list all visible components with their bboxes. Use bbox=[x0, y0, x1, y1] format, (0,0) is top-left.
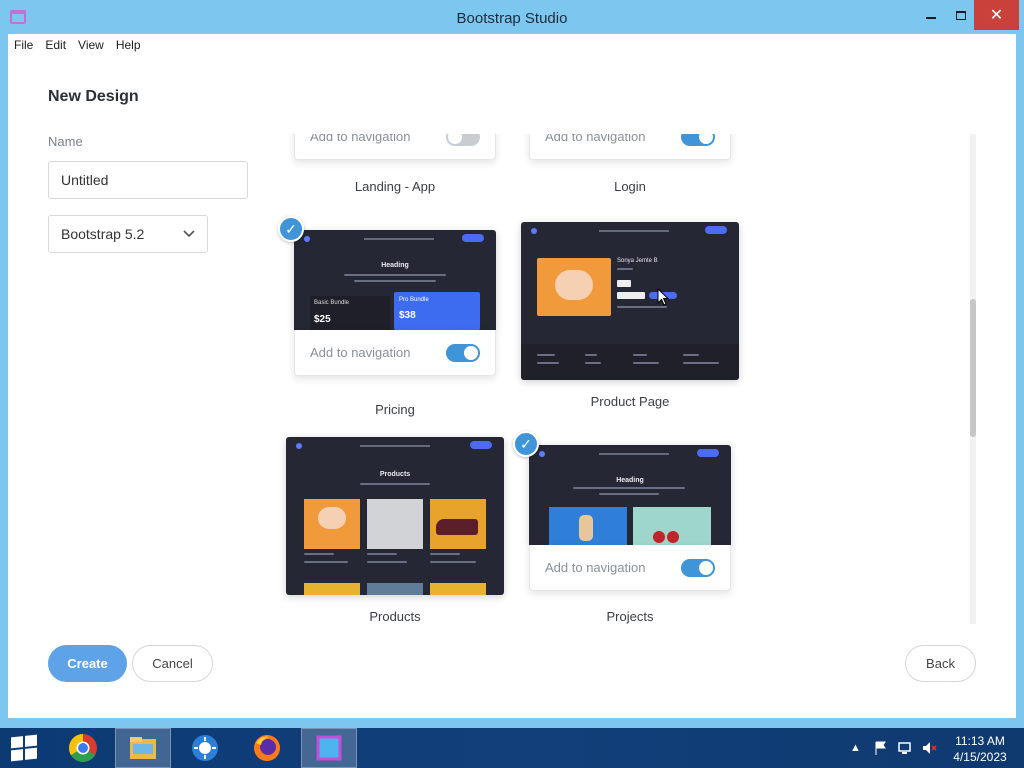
nav-panel: Add to navigation bbox=[529, 545, 731, 591]
taskbar: ▲ 11:13 AM 4/15/2023 bbox=[0, 728, 1024, 768]
template-gallery[interactable]: Add to navigation Landing - App Add to n… bbox=[258, 134, 968, 624]
nav-panel: Add to navigation bbox=[529, 134, 731, 160]
app-window: Bootstrap Studio ✕ File Edit View Help N… bbox=[0, 0, 1024, 728]
template-name: Login bbox=[614, 179, 646, 194]
template-name: Pricing bbox=[375, 402, 415, 417]
add-to-navigation-toggle[interactable] bbox=[446, 343, 480, 362]
template-preview: Heading Basic Bundle $25 Pro Bundle $38 bbox=[294, 230, 496, 330]
taskbar-control-panel[interactable] bbox=[177, 728, 233, 768]
add-to-navigation-label: Add to navigation bbox=[545, 134, 646, 144]
add-to-navigation-toggle[interactable] bbox=[446, 134, 480, 146]
close-button[interactable]: ✕ bbox=[974, 0, 1019, 30]
basic-bundle-card: Basic Bundle $25 bbox=[310, 296, 390, 330]
close-icon: ✕ bbox=[989, 7, 1004, 24]
preview-product-title: Sonya Jemte B bbox=[617, 258, 658, 264]
preview-heading: Products bbox=[379, 471, 411, 478]
template-name: Landing - App bbox=[354, 179, 436, 194]
pro-bundle-card: Pro Bundle $38 bbox=[394, 292, 480, 330]
taskbar-bootstrap-studio[interactable] bbox=[301, 728, 357, 768]
bootstrap-version-select[interactable]: Bootstrap 5.2 bbox=[48, 215, 208, 253]
create-button[interactable]: Create bbox=[48, 645, 127, 682]
firefox-icon bbox=[254, 735, 280, 761]
menu-view[interactable]: View bbox=[72, 34, 110, 56]
name-label: Name bbox=[48, 134, 83, 149]
name-input[interactable] bbox=[48, 161, 248, 199]
nav-panel: Add to navigation bbox=[294, 330, 496, 376]
maximize-button[interactable] bbox=[946, 0, 976, 30]
selected-check-icon[interactable]: ✓ bbox=[513, 431, 539, 457]
chrome-icon bbox=[69, 734, 97, 762]
windows-logo-icon bbox=[11, 734, 37, 762]
add-to-navigation-label: Add to navigation bbox=[545, 560, 646, 575]
maximize-icon bbox=[956, 10, 966, 20]
action-center-flag-icon[interactable] bbox=[873, 740, 889, 756]
template-preview: Heading bbox=[529, 445, 731, 545]
add-to-navigation-toggle[interactable] bbox=[681, 134, 715, 146]
taskbar-chrome[interactable] bbox=[55, 728, 111, 768]
taskbar-clock[interactable]: 11:13 AM 4/15/2023 bbox=[950, 733, 1010, 765]
template-preview: Sonya Jemte B bbox=[521, 222, 739, 380]
nav-panel: Add to navigation bbox=[294, 134, 496, 160]
menu-bar: File Edit View Help bbox=[8, 34, 147, 56]
clock-date: 4/15/2023 bbox=[953, 750, 1007, 764]
bootstrap-version-value: Bootstrap 5.2 bbox=[61, 226, 145, 242]
minimize-icon bbox=[926, 17, 936, 19]
product-image bbox=[537, 258, 611, 316]
system-tray: ▲ bbox=[850, 728, 937, 768]
dialog-client: File Edit View Help New Design Name Boot… bbox=[8, 34, 1016, 718]
start-button[interactable] bbox=[0, 728, 48, 768]
volume-muted-icon[interactable] bbox=[921, 740, 937, 756]
window-title: Bootstrap Studio bbox=[456, 10, 568, 27]
template-name: Products bbox=[369, 609, 421, 624]
file-explorer-icon bbox=[130, 737, 156, 759]
back-button[interactable]: Back bbox=[905, 645, 976, 682]
bootstrap-studio-icon bbox=[316, 735, 342, 761]
clock-time: 11:13 AM bbox=[955, 734, 1005, 748]
menu-edit[interactable]: Edit bbox=[39, 34, 72, 56]
chevron-down-icon bbox=[183, 230, 195, 238]
add-to-navigation-label: Add to navigation bbox=[310, 345, 411, 360]
template-preview: Products bbox=[286, 437, 504, 595]
preview-heading: Heading bbox=[381, 262, 409, 269]
scrollbar-thumb[interactable] bbox=[970, 299, 976, 437]
title-bar[interactable]: Bootstrap Studio ✕ bbox=[0, 0, 1024, 34]
control-panel-icon bbox=[192, 735, 218, 761]
template-name: Projects bbox=[606, 609, 654, 624]
gallery-scrollbar[interactable] bbox=[970, 134, 976, 624]
cancel-button[interactable]: Cancel bbox=[132, 645, 213, 682]
add-to-navigation-toggle[interactable] bbox=[681, 558, 715, 577]
minimize-button[interactable] bbox=[914, 0, 948, 30]
menu-help[interactable]: Help bbox=[110, 34, 147, 56]
menu-file[interactable]: File bbox=[8, 34, 39, 56]
template-name: Product Page bbox=[590, 394, 670, 409]
preview-heading: Heading bbox=[616, 477, 644, 484]
add-to-navigation-label: Add to navigation bbox=[310, 134, 411, 144]
taskbar-file-explorer[interactable] bbox=[115, 728, 171, 768]
network-icon[interactable] bbox=[897, 740, 913, 756]
dialog-title: New Design bbox=[48, 88, 139, 105]
taskbar-firefox[interactable] bbox=[239, 728, 295, 768]
show-hidden-icons-icon[interactable]: ▲ bbox=[850, 742, 861, 754]
selected-check-icon[interactable]: ✓ bbox=[278, 216, 304, 242]
mouse-cursor-icon bbox=[657, 288, 669, 306]
